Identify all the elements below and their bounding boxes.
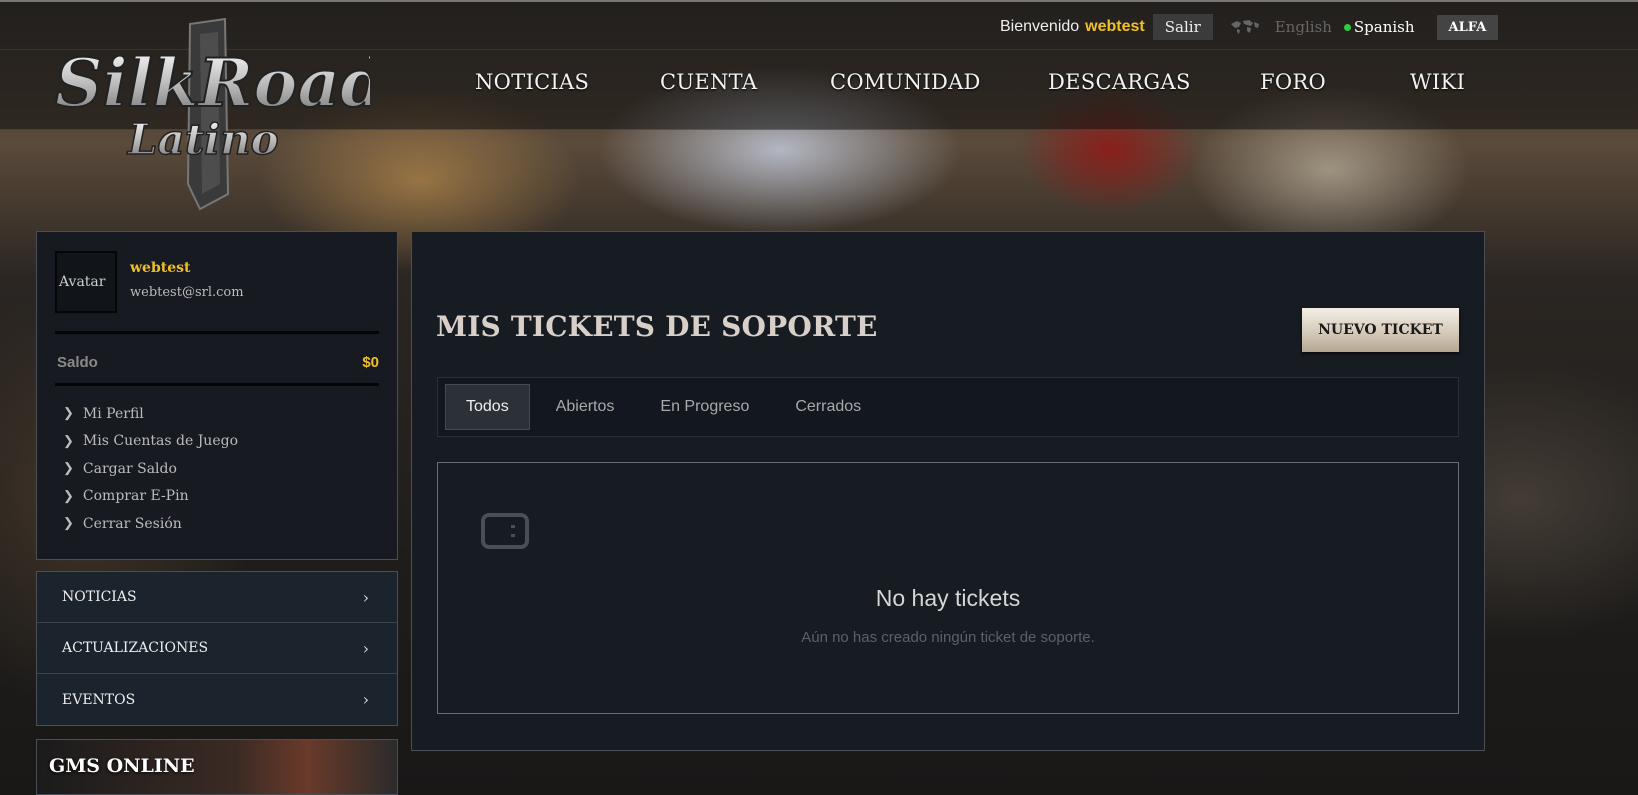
menu-label: Cargar Saldo: [82, 460, 177, 477]
chevron-right-icon: ›: [362, 587, 369, 607]
chevron-right-icon: ❯: [63, 461, 74, 477]
user-bar: Bienvenido webtest Salir English Spanish…: [1000, 14, 1499, 40]
profile-card: Avatar webtest webtest@srl.com Saldo $0 …: [36, 231, 398, 560]
nav-item-foro[interactable]: FORO: [1260, 70, 1410, 94]
avatar[interactable]: Avatar: [55, 251, 117, 313]
profile-menu-item-comprar-epin[interactable]: ❯ Comprar E-Pin: [63, 483, 238, 511]
new-ticket-button[interactable]: NUEVO TICKET: [1302, 308, 1459, 352]
sidebar-sections: NOTICIAS › ACTUALIZACIONES › EVENTOS ›: [36, 571, 398, 726]
svg-text:SilkRoad: SilkRoad: [55, 44, 370, 122]
language-active-dot: [1343, 23, 1351, 31]
profile-menu-item-mi-perfil[interactable]: ❯ Mi Perfil: [63, 400, 238, 428]
ticket-tabs: Todos Abiertos En Progreso Cerrados: [437, 377, 1459, 437]
gms-online-panel: GMS ONLINE: [36, 739, 398, 795]
sidebar-section-noticias[interactable]: NOTICIAS ›: [37, 572, 397, 623]
site-logo[interactable]: SilkRoad Latino: [50, 14, 387, 214]
tab-cerrados[interactable]: Cerrados: [775, 384, 881, 430]
svg-text:Latino: Latino: [127, 115, 279, 164]
menu-label: Cerrar Sesión: [82, 515, 182, 532]
divider: [55, 383, 379, 386]
nav-item-noticias[interactable]: NOTICIAS: [475, 70, 660, 94]
gms-online-title: GMS ONLINE: [49, 755, 195, 777]
tab-en-progreso[interactable]: En Progreso: [640, 384, 769, 430]
tickets-panel: MIS TICKETS DE SOPORTE NUEVO TICKET Todo…: [411, 231, 1485, 751]
section-label: ACTUALIZACIONES: [62, 640, 209, 656]
chevron-right-icon: ❯: [63, 488, 74, 504]
chevron-right-icon: ›: [362, 638, 369, 658]
nav-item-wiki[interactable]: WIKI: [1410, 70, 1465, 94]
balance-value: $0: [362, 354, 379, 371]
header-username[interactable]: webtest: [1085, 18, 1145, 36]
profile-name: webtest: [130, 260, 191, 276]
tab-todos[interactable]: Todos: [445, 384, 530, 430]
empty-state-title: No hay tickets: [875, 585, 1021, 611]
section-label: NOTICIAS: [62, 589, 137, 605]
balance-label: Saldo: [57, 354, 98, 371]
ticket-icon: [481, 513, 529, 549]
section-label: EVENTOS: [62, 691, 136, 708]
empty-state-subtitle: Aún no has creado ningún ticket de sopor…: [801, 629, 1095, 646]
chevron-right-icon: ›: [362, 690, 369, 709]
tab-abiertos[interactable]: Abiertos: [536, 384, 635, 430]
chevron-right-icon: ❯: [63, 406, 74, 422]
empty-state: No hay tickets Aún no has creado ningún …: [437, 462, 1459, 714]
world-map-icon: [1230, 20, 1259, 34]
profile-menu-item-cerrar-sesion[interactable]: ❯ Cerrar Sesión: [63, 510, 238, 538]
profile-menu-item-mis-cuentas[interactable]: ❯ Mis Cuentas de Juego: [63, 428, 238, 456]
welcome-text: Bienvenido: [1000, 18, 1080, 35]
logout-button[interactable]: Salir: [1152, 14, 1213, 40]
nav-item-cuenta[interactable]: CUENTA: [660, 70, 830, 94]
profile-email: webtest@srl.com: [130, 285, 244, 300]
sidebar-section-eventos[interactable]: EVENTOS ›: [37, 674, 397, 725]
server-select-button[interactable]: ALFA: [1436, 14, 1499, 40]
language-spanish[interactable]: Spanish: [1354, 18, 1415, 36]
chevron-right-icon: ❯: [63, 516, 74, 532]
profile-menu: ❯ Mi Perfil ❯ Mis Cuentas de Juego ❯ Cargar…: [63, 400, 238, 538]
nav-item-descargas[interactable]: DESCARGAS: [1048, 70, 1260, 94]
page-title: MIS TICKETS DE SOPORTE: [436, 310, 878, 343]
language-english[interactable]: English: [1275, 18, 1332, 36]
menu-label: Mi Perfil: [82, 405, 144, 422]
divider: [55, 331, 379, 334]
sidebar-section-actualizaciones[interactable]: ACTUALIZACIONES ›: [37, 623, 397, 674]
main-nav: NOTICIAS CUENTA COMUNIDAD DESCARGAS FORO…: [475, 70, 1465, 94]
menu-label: Comprar E-Pin: [82, 488, 189, 505]
profile-menu-item-cargar-saldo[interactable]: ❯ Cargar Saldo: [63, 455, 238, 483]
chevron-right-icon: ❯: [63, 433, 74, 449]
nav-item-comunidad[interactable]: COMUNIDAD: [830, 70, 1048, 94]
menu-label: Mis Cuentas de Juego: [82, 433, 238, 450]
